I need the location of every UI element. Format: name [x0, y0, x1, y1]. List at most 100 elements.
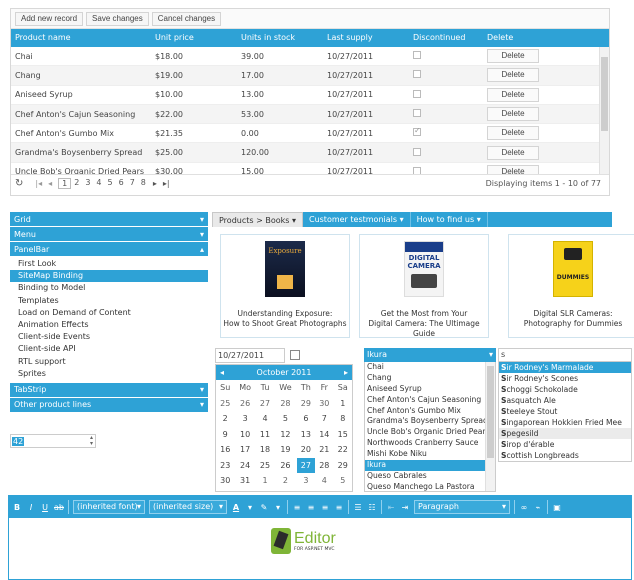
table-row[interactable]: Chang $19.00 17.00 10/27/2011 Delete	[11, 66, 609, 86]
discontinued-checkbox[interactable]	[413, 89, 421, 98]
panel-header-grid[interactable]: Grid ▾	[10, 212, 208, 227]
panel-item[interactable]: Templates	[10, 295, 208, 307]
suggestion-item[interactable]: Sir Rodney's Scones	[499, 373, 631, 384]
calendar-title[interactable]: October 2011	[257, 368, 312, 377]
delete-button[interactable]: Delete	[487, 145, 539, 160]
grid-scrollbar[interactable]	[599, 47, 609, 174]
suggestion-item[interactable]: Steeleye Stout	[499, 406, 631, 417]
list-item[interactable]: Aniseed Syrup	[365, 384, 495, 395]
column-header-discontinued[interactable]: Discontinued	[409, 29, 483, 47]
column-header-unit-price[interactable]: Unit price	[151, 29, 237, 47]
suggestion-item[interactable]: Singaporean Hokkien Fried Mee	[499, 417, 631, 428]
save-changes-button[interactable]: Save changes	[86, 11, 149, 26]
cell-price[interactable]: $10.00	[151, 90, 237, 99]
calendar-day[interactable]: 30	[315, 396, 333, 412]
font-color-icon[interactable]: A	[231, 501, 241, 513]
cell-price[interactable]: $30.00	[151, 167, 237, 174]
calendar-day[interactable]: 25	[256, 458, 274, 474]
unlink-icon[interactable]: ⌁	[533, 501, 543, 513]
table-row[interactable]: Aniseed Syrup $10.00 13.00 10/27/2011 Delete	[11, 86, 609, 105]
cell-stock[interactable]: 0.00	[237, 129, 323, 138]
calendar-day[interactable]: 7	[315, 411, 333, 427]
cell-stock[interactable]: 120.00	[237, 148, 323, 157]
panel-item[interactable]: Sprites	[10, 368, 208, 380]
cell-name[interactable]: Chang	[11, 71, 151, 80]
panel-item[interactable]: Binding to Model	[10, 282, 208, 294]
calendar-day[interactable]: 21	[315, 442, 333, 458]
list-item[interactable]: Grandma's Boysenberry Spread	[365, 416, 495, 427]
page-number[interactable]: 2	[71, 178, 82, 189]
tab-customer-testmonials[interactable]: Customer testmonials ▾	[303, 212, 411, 227]
cell-name[interactable]: Grandma's Boysenberry Spread	[11, 148, 151, 157]
cell-stock[interactable]: 53.00	[237, 110, 323, 119]
calendar-day[interactable]: 19	[274, 442, 296, 458]
table-row[interactable]: Chai $18.00 39.00 10/27/2011 Delete	[11, 47, 609, 67]
calendar-day[interactable]: 26	[234, 396, 255, 412]
cell-name[interactable]: Chef Anton's Cajun Seasoning	[11, 110, 151, 119]
calendar-day[interactable]: 14	[315, 427, 333, 443]
suggestion-item[interactable]: Schoggi Schokolade	[499, 384, 631, 395]
page-number[interactable]: 6	[116, 178, 127, 189]
italic-icon[interactable]: I	[26, 501, 36, 513]
underline-icon[interactable]: U	[40, 501, 50, 513]
calendar-day[interactable]: 3	[297, 473, 315, 489]
discontinued-checkbox[interactable]	[413, 166, 421, 174]
page-number[interactable]: 5	[105, 178, 116, 189]
cell-supply[interactable]: 10/27/2011	[323, 90, 409, 99]
list-item[interactable]: Northwoods Cranberry Sauce	[365, 438, 495, 449]
calendar-day[interactable]: 12	[274, 427, 296, 443]
delete-button[interactable]: Delete	[487, 49, 539, 64]
align-center-icon[interactable]: ≡	[306, 501, 316, 513]
list-item[interactable]: Ikura	[365, 460, 495, 471]
link-icon[interactable]: ∞	[519, 501, 529, 513]
cell-supply[interactable]: 10/27/2011	[323, 148, 409, 157]
combobox-input[interactable]: Ikura ▾	[364, 348, 496, 362]
calendar-day[interactable]: 4	[256, 411, 274, 427]
cell-supply[interactable]: 10/27/2011	[323, 71, 409, 80]
table-row[interactable]: Grandma's Boysenberry Spread $25.00 120.00…	[11, 143, 609, 163]
align-right-icon[interactable]: ≡	[320, 501, 330, 513]
calendar-icon[interactable]	[290, 350, 300, 360]
numeric-textbox[interactable]: 42 ▴ ▾	[10, 434, 96, 448]
calendar-day[interactable]: 2	[216, 411, 234, 427]
cell-stock[interactable]: 17.00	[237, 71, 323, 80]
cell-supply[interactable]: 10/27/2011	[323, 167, 409, 174]
cell-price[interactable]: $19.00	[151, 71, 237, 80]
calendar-day[interactable]: 8	[334, 411, 352, 427]
page-number[interactable]: 8	[138, 178, 149, 189]
table-row[interactable]: Uncle Bob's Organic Dried Pears $30.00 15.…	[11, 163, 609, 174]
indent-icon[interactable]: ⇥	[400, 501, 410, 513]
list-item[interactable]: Uncle Bob's Organic Dried Pears	[365, 427, 495, 438]
scrollbar-thumb[interactable]	[487, 366, 494, 458]
cell-stock[interactable]: 15.00	[237, 167, 323, 174]
column-header-last-supply[interactable]: Last supply	[323, 29, 409, 47]
list-item[interactable]: Queso Cabrales	[365, 471, 495, 482]
list-item[interactable]: Mishi Kobe Niku	[365, 449, 495, 460]
discontinued-checkbox[interactable]	[413, 70, 421, 79]
panel-item[interactable]: Animation Effects	[10, 319, 208, 331]
calendar-day[interactable]: 31	[234, 473, 255, 489]
discontinued-checkbox[interactable]	[413, 109, 421, 118]
calendar-day[interactable]: 26	[274, 458, 296, 474]
calendar-day[interactable]: 16	[216, 442, 234, 458]
panel-item[interactable]: Client-side API	[10, 343, 208, 355]
delete-button[interactable]: Delete	[487, 164, 539, 174]
calendar-day[interactable]: 25	[216, 396, 234, 412]
outdent-icon[interactable]: ⇤	[386, 501, 396, 513]
cell-stock[interactable]: 39.00	[237, 52, 323, 61]
calendar-day[interactable]: 29	[334, 458, 352, 474]
list-item[interactable]: Chai	[365, 362, 495, 373]
calendar-day[interactable]: 10	[234, 427, 255, 443]
refresh-icon[interactable]: ↻	[15, 178, 23, 189]
panel-header-other-product-lines[interactable]: Other product lines ▾	[10, 397, 208, 413]
calendar-day[interactable]: 11	[256, 427, 274, 443]
align-left-icon[interactable]: ≡	[292, 501, 302, 513]
book-card-digital-camera[interactable]: DIGITAL CAMERA Get the Most from Your Dig…	[359, 234, 489, 338]
cell-name[interactable]: Aniseed Syrup	[11, 90, 151, 99]
calendar-day[interactable]: 28	[315, 458, 333, 474]
calendar-day[interactable]: 30	[216, 473, 234, 489]
calendar-day[interactable]: 27	[256, 396, 274, 412]
next-page-icon[interactable]: ▸	[153, 179, 157, 188]
table-row[interactable]: Chef Anton's Cajun Seasoning $22.00 53.00 1…	[11, 104, 609, 125]
list-item[interactable]: Chef Anton's Cajun Seasoning	[365, 395, 495, 406]
